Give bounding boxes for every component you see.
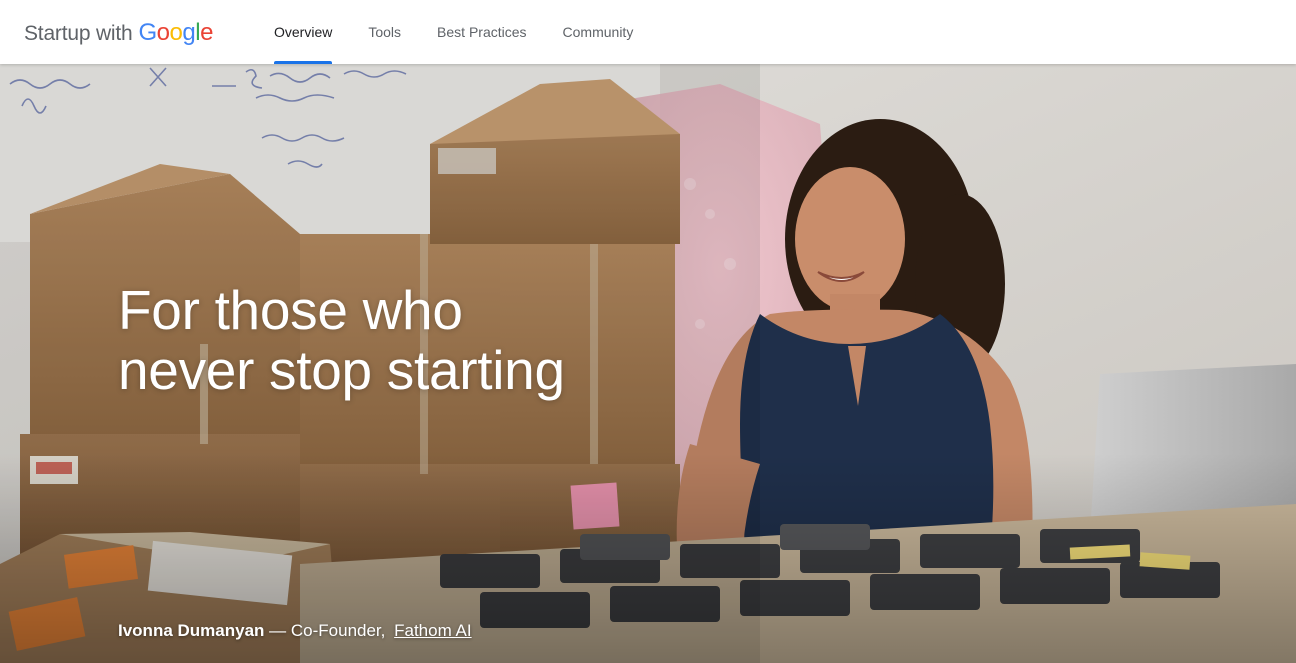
startup-with-google-logo[interactable]: Startup with Google	[24, 19, 213, 47]
tab-community[interactable]: Community	[545, 0, 652, 64]
google-letter: G	[138, 19, 158, 46]
main-nav: Overview Tools Best Practices Community	[256, 0, 651, 64]
hero-headline-line1: For those who	[118, 279, 463, 341]
tab-overview[interactable]: Overview	[256, 0, 350, 64]
google-letter: o	[156, 19, 170, 46]
google-letter: o	[169, 19, 183, 46]
hero-banner: For those who never stop starting Ivonna…	[0, 64, 1296, 663]
credit-role: — Co-Founder,	[269, 621, 386, 640]
logo-prefix-text: Startup with	[24, 22, 133, 45]
hero-headline-line2: never stop starting	[118, 339, 565, 401]
credit-company-link[interactable]: Fathom AI	[394, 621, 471, 640]
credit-person-name: Ivonna Dumanyan	[118, 621, 265, 640]
tab-tools[interactable]: Tools	[350, 0, 419, 64]
google-wordmark: Google	[138, 19, 214, 47]
google-letter: g	[182, 19, 196, 46]
hero-headline: For those who never stop starting	[118, 280, 818, 400]
photo-credit: Ivonna Dumanyan — Co-Founder, Fathom AI	[118, 621, 472, 641]
top-header: Startup with Google Overview Tools Best …	[0, 0, 1296, 64]
tab-best-practices[interactable]: Best Practices	[419, 0, 544, 64]
google-letter: e	[200, 19, 213, 46]
